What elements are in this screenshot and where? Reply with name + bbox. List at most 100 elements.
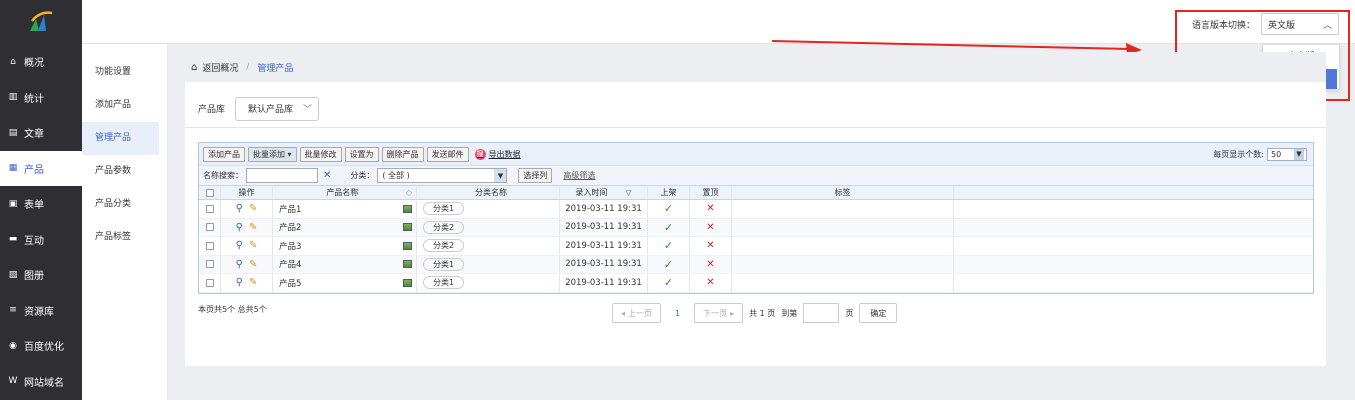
- view-icon[interactable]: ⚲: [236, 259, 243, 270]
- name-search-input[interactable]: [246, 168, 318, 183]
- edit-icon[interactable]: ✎: [249, 240, 257, 251]
- row-category: 分类1: [417, 255, 560, 273]
- set-as-button[interactable]: 设置为: [344, 146, 379, 162]
- product-name[interactable]: 产品4: [279, 258, 301, 270]
- per-page-select[interactable]: 50 ▼: [1267, 147, 1307, 161]
- view-icon[interactable]: ⚲: [236, 240, 243, 251]
- table-row[interactable]: ⚲ ✎ 产品3 分类2 2019-03-11 19:31 ✓ ✕: [199, 237, 1313, 256]
- sidebar-item-8[interactable]: ◉ 百度优化: [0, 328, 82, 364]
- select-all-checkbox[interactable]: [199, 186, 221, 199]
- sidebar-item-6[interactable]: ▧ 图册: [0, 257, 82, 293]
- check-icon: ✓: [663, 239, 674, 253]
- product-name[interactable]: 产品5: [279, 277, 301, 289]
- breadcrumb-back-link[interactable]: 返回概况: [202, 61, 238, 74]
- library-select[interactable]: 默认产品库 ﹀: [235, 96, 320, 121]
- subnav-item-manage-product[interactable]: 管理产品: [82, 122, 159, 155]
- category-pill: 分类1: [423, 202, 465, 216]
- advanced-filter-link[interactable]: 高级筛选: [563, 170, 595, 181]
- row-checkbox[interactable]: [199, 200, 221, 218]
- header-filler: [954, 186, 1313, 199]
- image-icon[interactable]: [403, 278, 412, 287]
- table-body: ⚲ ✎ 产品1 分类1 2019-03-11 19:31 ✓ ✕ ⚲ ✎ 产品2 分类2 2019-0…: [199, 200, 1313, 293]
- sidebar-item-4[interactable]: ▣ 表单: [0, 186, 82, 222]
- batch-add-button[interactable]: 批量添加 ▾: [248, 146, 297, 162]
- row-checkbox[interactable]: [199, 218, 221, 236]
- sidebar-item-7[interactable]: ≡ 资源库: [0, 293, 82, 329]
- row-listed[interactable]: ✓: [648, 218, 690, 236]
- image-icon[interactable]: [403, 260, 412, 269]
- row-pinned[interactable]: ✕: [690, 200, 732, 218]
- sidebar-item-1[interactable]: ▥ 统计: [0, 80, 82, 116]
- edit-icon[interactable]: ✎: [249, 277, 257, 288]
- view-icon[interactable]: ⚲: [236, 222, 243, 233]
- edit-icon[interactable]: ✎: [249, 203, 257, 214]
- table-row[interactable]: ⚲ ✎ 产品5 分类1 2019-03-11 19:31 ✓ ✕: [199, 274, 1313, 293]
- sidebar-item-2[interactable]: ▤ 文章: [0, 115, 82, 151]
- select-columns-button[interactable]: 选择列: [518, 168, 553, 183]
- sidebar-item-5[interactable]: ▬ 互动: [0, 222, 82, 258]
- category-pill: 分类2: [423, 239, 465, 253]
- gallery-icon: ▧: [8, 269, 18, 280]
- sidebar-item-label: 百度优化: [24, 342, 64, 354]
- category-select[interactable]: ( 全部 ) ▼: [377, 168, 508, 183]
- row-checkbox[interactable]: [199, 255, 221, 273]
- subnav-item-product-tags[interactable]: 产品标签: [82, 221, 167, 254]
- edit-icon[interactable]: ✎: [249, 222, 257, 233]
- header-pinned[interactable]: 置顶: [690, 186, 732, 199]
- category-selected: ( 全部 ): [382, 171, 410, 180]
- header-product-name[interactable]: 产品名称 ◇: [273, 186, 417, 199]
- product-name[interactable]: 产品1: [279, 203, 301, 215]
- row-listed[interactable]: ✓: [648, 200, 690, 218]
- row-checkbox[interactable]: [199, 237, 221, 255]
- image-icon[interactable]: [403, 241, 412, 250]
- subnav-item-settings[interactable]: 功能设置: [82, 56, 167, 89]
- row-pinned[interactable]: ✕: [690, 274, 732, 292]
- product-name[interactable]: 产品3: [279, 240, 301, 252]
- next-page-button[interactable]: 下一页 ▸: [694, 303, 744, 323]
- image-icon[interactable]: [403, 204, 412, 213]
- export-data-link[interactable]: 搜 导出数据: [474, 148, 521, 160]
- sidebar-item-label: 互动: [24, 235, 44, 247]
- confirm-goto-button[interactable]: 确定: [859, 303, 898, 323]
- delete-product-button[interactable]: 删除产品: [381, 146, 424, 162]
- row-listed[interactable]: ✓: [648, 274, 690, 292]
- sidebar-item-label: 图册: [24, 271, 44, 283]
- subnav-item-product-params[interactable]: 产品参数: [82, 155, 167, 188]
- row-listed[interactable]: ✓: [648, 237, 690, 255]
- header-category[interactable]: 分类名称: [417, 186, 560, 199]
- sidebar-item-9[interactable]: W 网站域名: [0, 364, 82, 400]
- batch-edit-button[interactable]: 批量修改: [299, 146, 342, 162]
- export-icon: 搜: [474, 148, 486, 160]
- sidebar-item-3[interactable]: ▦ 产品: [0, 150, 82, 186]
- logo[interactable]: [0, 0, 82, 44]
- edit-icon[interactable]: ✎: [249, 259, 257, 270]
- prev-page-button[interactable]: ◂ 上一页: [612, 303, 662, 323]
- table-row[interactable]: ⚲ ✎ 产品2 分类2 2019-03-11 19:31 ✓ ✕: [199, 218, 1313, 237]
- row-filler: [954, 256, 1313, 274]
- header-time[interactable]: 录入时间 ▽: [560, 186, 648, 199]
- main-content: ⌂ 返回概况 / 管理产品 产品库 默认产品库 ﹀ 添加产品 批量添加 ▾ 批量…: [185, 52, 1326, 366]
- current-page-number[interactable]: 1: [667, 309, 688, 318]
- row-pinned[interactable]: ✕: [690, 255, 732, 273]
- send-mail-button[interactable]: 发送邮件: [426, 146, 469, 162]
- row-listed[interactable]: ✓: [648, 255, 690, 273]
- product-name[interactable]: 产品2: [279, 221, 301, 233]
- row-checkbox[interactable]: [199, 274, 221, 292]
- row-pinned[interactable]: ✕: [690, 218, 732, 236]
- view-icon[interactable]: ⚲: [236, 203, 243, 214]
- table-row[interactable]: ⚲ ✎ 产品1 分类1 2019-03-11 19:31 ✓ ✕: [199, 200, 1313, 219]
- chart-icon: ▥: [8, 92, 18, 103]
- table-row[interactable]: ⚲ ✎ 产品4 分类1 2019-03-11 19:31 ✓ ✕: [199, 255, 1313, 274]
- image-icon[interactable]: [403, 223, 412, 232]
- subnav-item-product-category[interactable]: 产品分类: [82, 188, 167, 221]
- view-icon[interactable]: ⚲: [236, 277, 243, 288]
- header-listed[interactable]: 上架: [648, 186, 690, 199]
- clear-search-icon[interactable]: ✕: [323, 170, 331, 181]
- row-tags: [732, 200, 954, 218]
- row-pinned[interactable]: ✕: [690, 237, 732, 255]
- subnav-item-add-product[interactable]: 添加产品: [82, 89, 167, 122]
- goto-page-input[interactable]: [803, 303, 840, 323]
- add-product-button[interactable]: 添加产品: [203, 146, 245, 162]
- home-icon: ⌂: [191, 61, 198, 73]
- sidebar-item-0[interactable]: ⌂ 概况: [0, 44, 82, 80]
